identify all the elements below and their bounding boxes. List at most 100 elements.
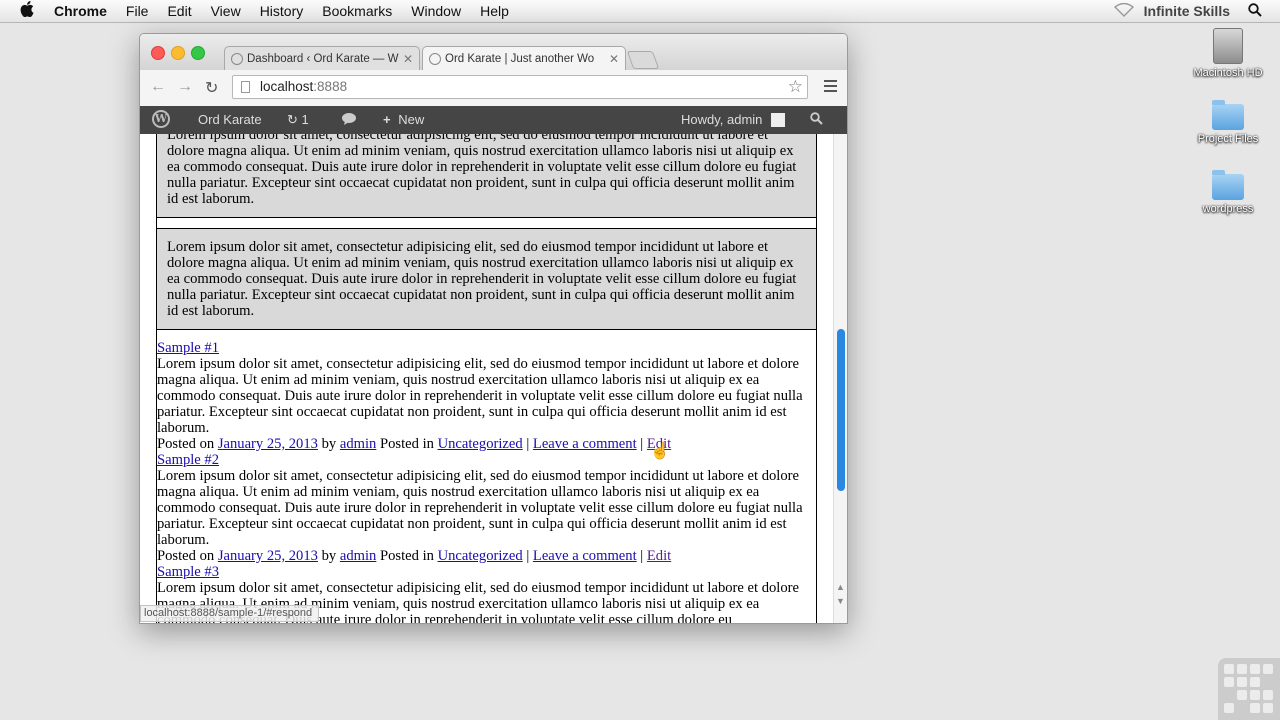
- post-title-link[interactable]: Sample #3: [157, 564, 219, 580]
- post-meta: Posted on January 25, 2013 by admin Post…: [157, 548, 816, 564]
- forward-arrow-icon[interactable]: →: [177, 78, 193, 96]
- status-bubble: localhost:8888/sample-1/#respond: [140, 605, 320, 622]
- post-meta: Posted on January 25, 2013 by admin Post…: [157, 436, 816, 452]
- hand-cursor-icon: ☝: [650, 443, 670, 460]
- admin-bar-site-name[interactable]: Ord Karate: [198, 112, 262, 127]
- macos-menubar: Chrome File Edit View History Bookmarks …: [0, 0, 1280, 23]
- keyboard-grid-icon: [1218, 658, 1280, 720]
- desktop-icon-label: Project Files: [1197, 133, 1259, 145]
- menu-window[interactable]: Window: [411, 3, 461, 19]
- scroll-down-arrow-icon[interactable]: ▼: [836, 596, 845, 606]
- plus-icon: +: [383, 112, 391, 127]
- menu-help[interactable]: Help: [480, 3, 509, 19]
- separator: |: [640, 436, 644, 452]
- vertical-scrollbar[interactable]: ▲ ▼: [833, 134, 847, 623]
- refresh-icon: ↻: [287, 112, 298, 127]
- howdy-label[interactable]: Howdy, admin: [681, 112, 762, 127]
- hard-drive-icon: [1213, 28, 1243, 64]
- globe-icon: [429, 52, 441, 65]
- author-link[interactable]: admin: [340, 548, 376, 564]
- separator: |: [526, 436, 530, 452]
- posted-in-label: Posted in: [380, 436, 434, 452]
- browser-window: Dashboard ‹ Ord Karate — W ✕ Ord Karate …: [139, 33, 848, 624]
- post-body: Lorem ipsum dolor sit amet, consectetur …: [157, 356, 803, 436]
- box-text: Lorem ipsum dolor sit amet, consectetur …: [167, 239, 797, 319]
- brand-label: Infinite Skills: [1143, 3, 1230, 19]
- search-icon[interactable]: [810, 112, 823, 128]
- browser-toolbar: ← → ↻ localhost:8888 ☆: [140, 70, 847, 107]
- highlight-box: Lorem ipsum dolor sit amet, consectetur …: [157, 228, 816, 330]
- comments-icon[interactable]: [341, 112, 357, 129]
- box-text: Lorem ipsum dolor sit amet, consectetur …: [167, 134, 797, 207]
- desktop-icon-wordpress[interactable]: wordpress: [1188, 170, 1268, 215]
- tab-dashboard[interactable]: Dashboard ‹ Ord Karate — W ✕: [224, 46, 420, 70]
- post: Sample #1 Lorem ipsum dolor sit amet, co…: [157, 340, 816, 452]
- scroll-up-arrow-icon[interactable]: ▲: [836, 582, 845, 592]
- menu-view[interactable]: View: [211, 3, 241, 19]
- bookmark-star-icon[interactable]: ☆: [788, 77, 803, 97]
- leave-comment-link[interactable]: Leave a comment: [533, 436, 637, 452]
- post-date-link[interactable]: January 25, 2013: [218, 436, 318, 452]
- page-icon: [241, 81, 250, 93]
- posted-on-label: Posted on: [157, 548, 215, 564]
- wp-admin-bar: W Ord Karate ↻ 1 + New Howdy, admin: [140, 106, 847, 134]
- close-icon[interactable]: ✕: [609, 52, 619, 66]
- new-tab-button[interactable]: [626, 51, 660, 69]
- leave-comment-link[interactable]: Leave a comment: [533, 548, 637, 564]
- folder-icon: [1212, 100, 1244, 130]
- desktop-icon-project-files[interactable]: Project Files: [1188, 100, 1268, 145]
- url-text[interactable]: localhost:8888: [260, 79, 347, 94]
- menu-chrome[interactable]: Chrome: [54, 3, 107, 19]
- back-arrow-icon[interactable]: ←: [150, 78, 166, 96]
- by-label: by: [321, 548, 337, 564]
- globe-icon: [231, 52, 243, 65]
- address-bar[interactable]: localhost:8888 ☆: [232, 75, 808, 99]
- post: Sample #2 Lorem ipsum dolor sit amet, co…: [157, 452, 816, 564]
- author-link[interactable]: admin: [340, 436, 376, 452]
- folder-icon: [1212, 170, 1244, 200]
- post-title-link[interactable]: Sample #2: [157, 452, 219, 468]
- hamburger-menu-icon[interactable]: [824, 80, 837, 95]
- new-label: New: [398, 112, 425, 127]
- minimize-window-button[interactable]: [171, 46, 185, 60]
- url-port: :8888: [313, 79, 348, 94]
- desktop-icon-label: Macintosh HD: [1193, 67, 1263, 79]
- by-label: by: [321, 436, 337, 452]
- post-date-link[interactable]: January 25, 2013: [218, 548, 318, 564]
- separator: |: [526, 548, 530, 564]
- window-titlebar[interactable]: Dashboard ‹ Ord Karate — W ✕ Ord Karate …: [140, 34, 847, 70]
- zoom-window-button[interactable]: [191, 46, 205, 60]
- avatar[interactable]: [771, 113, 785, 127]
- post-title-link[interactable]: Sample #1: [157, 340, 219, 356]
- spotlight-icon[interactable]: [1248, 2, 1262, 20]
- desktop-icon-macintosh-hd[interactable]: Macintosh HD: [1188, 28, 1268, 79]
- category-link[interactable]: Uncategorized: [438, 548, 523, 564]
- close-window-button[interactable]: [151, 46, 165, 60]
- updates-count: 1: [301, 112, 309, 127]
- menu-edit[interactable]: Edit: [167, 3, 191, 19]
- page-content: Lorem ipsum dolor sit amet, consectetur …: [156, 134, 817, 623]
- menu-history[interactable]: History: [260, 3, 304, 19]
- tab-ord-karate[interactable]: Ord Karate | Just another Wo ✕: [422, 46, 626, 70]
- post-body: Lorem ipsum dolor sit amet, consectetur …: [157, 468, 803, 548]
- tab-title: Ord Karate | Just another Wo: [445, 52, 595, 65]
- edit-link[interactable]: Edit: [647, 548, 671, 564]
- menu-bookmarks[interactable]: Bookmarks: [322, 3, 392, 19]
- posted-on-label: Posted on: [157, 436, 215, 452]
- url-host: localhost: [260, 79, 314, 94]
- category-link[interactable]: Uncategorized: [438, 436, 523, 452]
- wifi-icon[interactable]: [1113, 2, 1134, 20]
- scrollbar-thumb[interactable]: [837, 329, 845, 491]
- page-viewport[interactable]: Lorem ipsum dolor sit amet, consectetur …: [140, 134, 833, 623]
- tab-title: Dashboard ‹ Ord Karate — W: [247, 52, 399, 65]
- menu-file[interactable]: File: [126, 3, 149, 19]
- desktop-icon-label: wordpress: [1202, 203, 1254, 215]
- separator: |: [640, 548, 644, 564]
- reload-icon[interactable]: ↻: [205, 78, 218, 98]
- apple-icon[interactable]: [20, 0, 36, 22]
- wordpress-logo-icon[interactable]: W: [152, 110, 170, 128]
- new-content-item[interactable]: + New: [383, 112, 424, 127]
- close-icon[interactable]: ✕: [403, 52, 413, 66]
- posted-in-label: Posted in: [380, 548, 434, 564]
- updates-item[interactable]: ↻ 1: [287, 112, 309, 128]
